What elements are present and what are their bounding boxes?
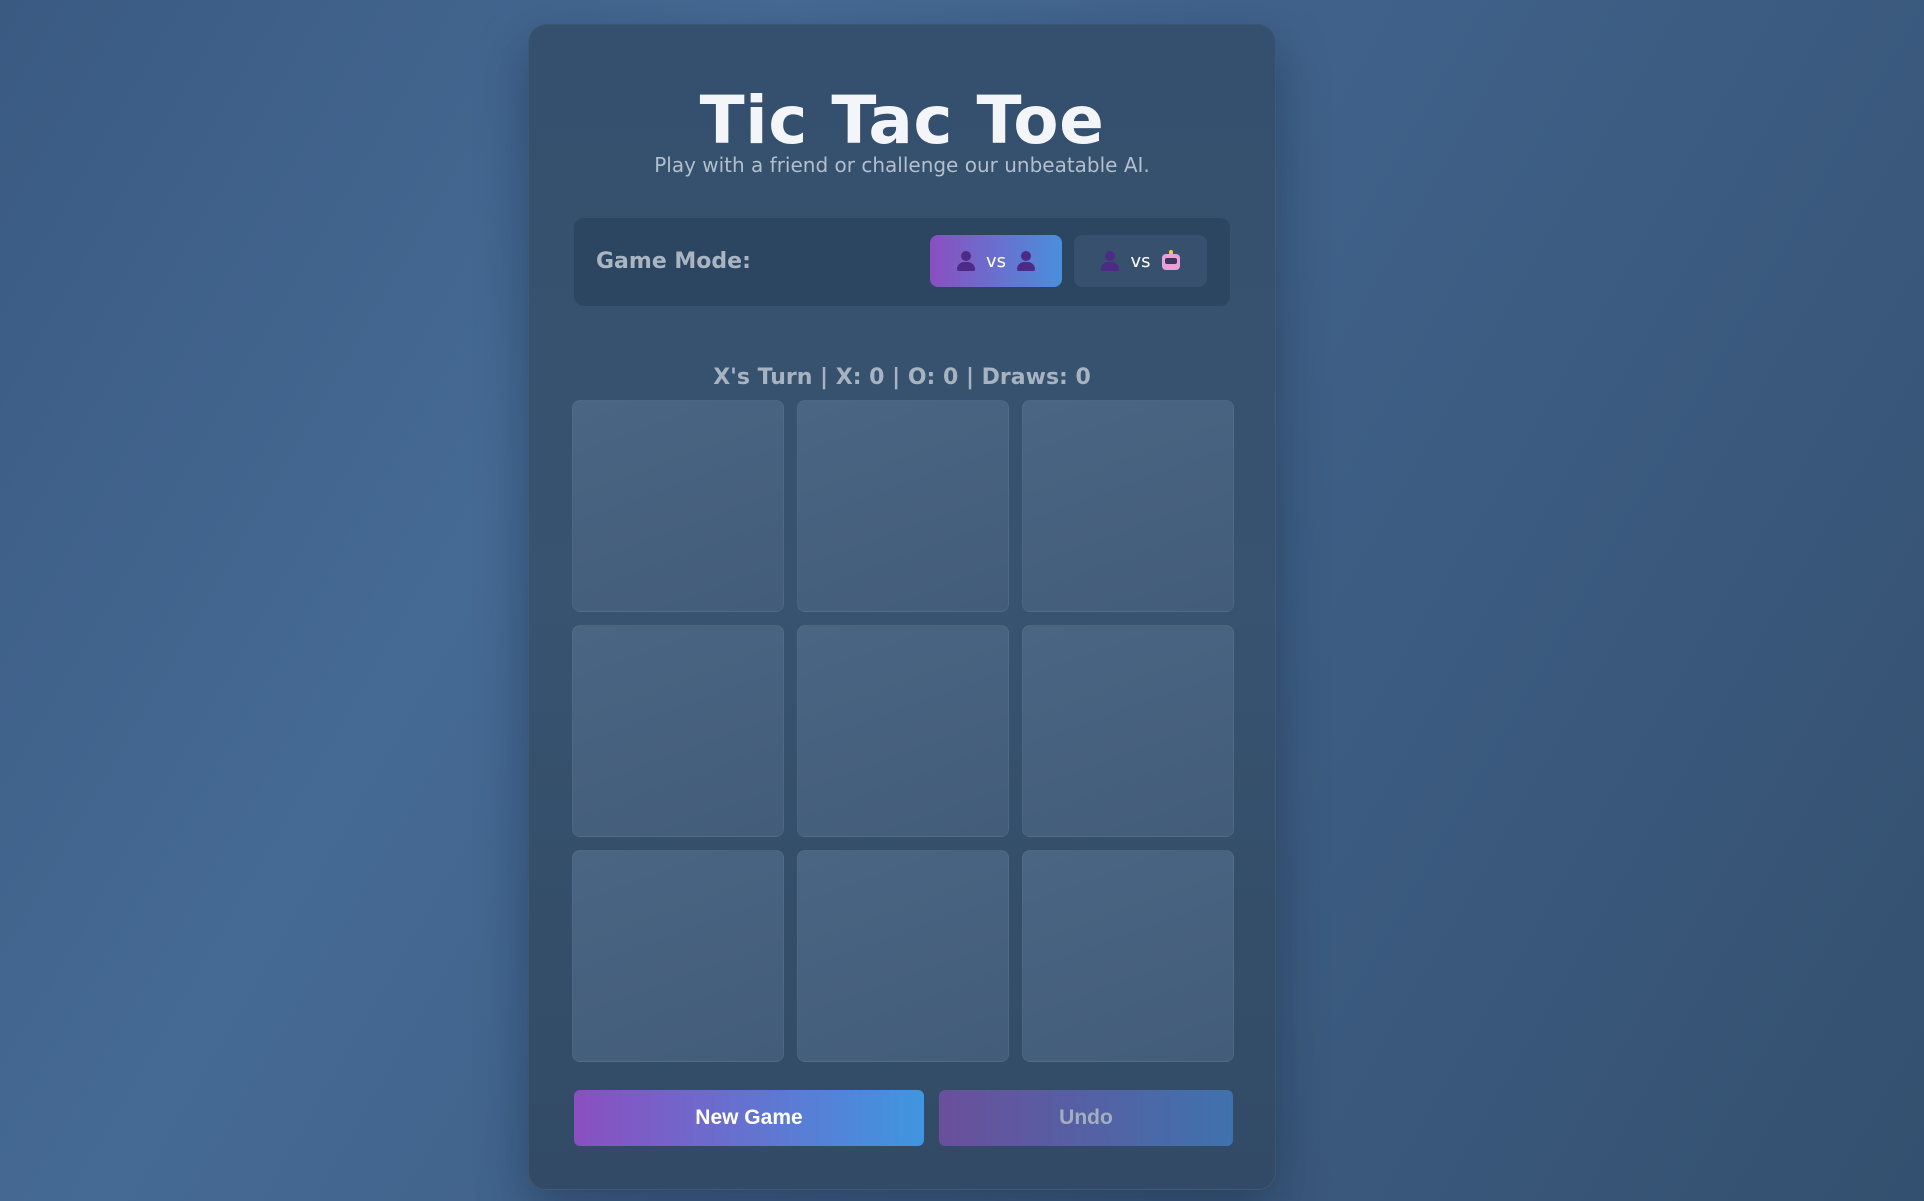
board-cell-2[interactable] bbox=[797, 400, 1009, 612]
board-cell-1[interactable] bbox=[572, 400, 784, 612]
board-cell-7[interactable] bbox=[572, 850, 784, 1062]
mode-button-player-vs-player[interactable]: vs bbox=[930, 235, 1062, 287]
board-cell-8[interactable] bbox=[797, 850, 1009, 1062]
game-status: X's Turn | X: 0 | O: 0 | Draws: 0 bbox=[713, 365, 1091, 390]
undo-button[interactable]: Undo bbox=[939, 1090, 1233, 1146]
game-board bbox=[572, 400, 1236, 1064]
board-cell-3[interactable] bbox=[1022, 400, 1234, 612]
game-card: Tic Tac Toe Play with a friend or challe… bbox=[528, 24, 1276, 1190]
game-mode-label: Game Mode: bbox=[596, 249, 751, 274]
board-cell-6[interactable] bbox=[1022, 625, 1234, 837]
vs-label: vs bbox=[1130, 250, 1151, 272]
page-title: Tic Tac Toe bbox=[699, 82, 1105, 159]
vs-label: vs bbox=[985, 250, 1007, 272]
board-cell-4[interactable] bbox=[572, 625, 784, 837]
page-subtitle: Play with a friend or challenge our unbe… bbox=[654, 153, 1150, 177]
person-icon bbox=[1100, 250, 1120, 272]
new-game-button[interactable]: New Game bbox=[574, 1090, 924, 1146]
board-cell-5[interactable] bbox=[797, 625, 1009, 837]
game-mode-bar: Game Mode: vs vs bbox=[574, 218, 1230, 306]
board-cell-9[interactable] bbox=[1022, 850, 1234, 1062]
person-icon bbox=[956, 250, 976, 272]
mode-button-player-vs-ai[interactable]: vs bbox=[1074, 235, 1207, 287]
person-icon bbox=[1016, 250, 1036, 272]
robot-icon bbox=[1161, 250, 1181, 272]
